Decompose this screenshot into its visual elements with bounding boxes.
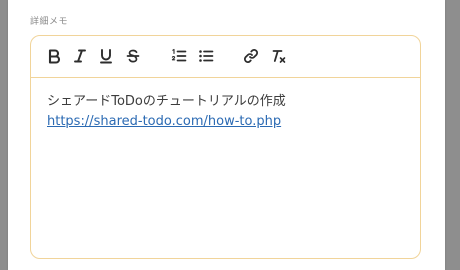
italic-icon [74, 49, 86, 63]
memo-content[interactable]: シェアードToDoのチュートリアルの作成 https://shared-todo… [47, 92, 404, 132]
underline-button[interactable] [97, 47, 115, 65]
bullet-list-button[interactable] [197, 47, 215, 65]
memo-label: 詳細メモ [30, 17, 69, 27]
bold-icon [48, 49, 60, 64]
strikethrough-icon [126, 49, 140, 63]
editor-toolbar [31, 36, 420, 78]
memo-link[interactable]: https://shared-todo.com/how-to.php [47, 114, 281, 129]
link-button[interactable] [242, 47, 260, 65]
link-icon [244, 49, 258, 63]
bold-button[interactable] [45, 47, 63, 65]
memo-editor[interactable]: シェアードToDoのチュートリアルの作成 https://shared-todo… [30, 35, 421, 259]
ordered-list-button[interactable] [170, 47, 188, 65]
ordered-list-icon [171, 48, 187, 62]
clear-format-icon [272, 50, 286, 63]
memo-panel: 詳細メモ シェアードToDoのチュートリアルの作成 https://shared… [8, 0, 445, 270]
strikethrough-button[interactable] [124, 47, 142, 65]
italic-button[interactable] [71, 47, 89, 65]
bullet-list-icon [199, 50, 214, 62]
underline-icon [100, 49, 112, 64]
clear-format-button[interactable] [270, 47, 288, 65]
memo-text-line: シェアードToDoのチュートリアルの作成 [47, 94, 286, 109]
